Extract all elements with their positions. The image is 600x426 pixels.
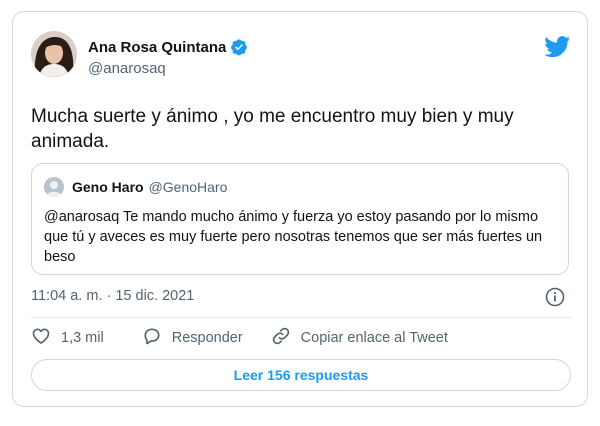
quoted-tweet[interactable]: Geno Haro @GenoHaro @anarosaq Te mando m… [31,163,569,275]
twitter-bird-icon[interactable] [544,36,571,58]
reply-label: Responder [171,330,243,346]
divider [31,317,571,318]
copy-link-label: Copiar enlace al Tweet [300,330,448,346]
action-bar: 1,3 mil Responder Copiar enlace al Tweet [31,326,448,350]
author-name-text[interactable]: Ana Rosa Quintana [88,39,226,56]
quoted-author-handle: @GenoHaro [148,179,228,195]
link-icon [271,326,291,350]
quoted-tweet-text: @anarosaq Te mando mucho ánimo y fuerza … [44,209,543,265]
reply-icon [142,326,162,350]
quoted-author-avatar [44,177,64,197]
info-icon[interactable] [545,287,565,307]
like-count: 1,3 mil [61,330,104,346]
reply-button[interactable]: Responder [142,326,243,350]
heart-icon [31,326,51,350]
tweet-text: Mucha suerte y ánimo , yo me encuentro m… [31,106,514,152]
author-handle[interactable]: @anarosaq [88,60,166,77]
quoted-author-name: Geno Haro [72,179,144,195]
tweet-timestamp[interactable]: 11:04 a. m. · 15 dic. 2021 [31,288,194,304]
tweet-card: Ana Rosa Quintana @anarosaq Mucha suerte… [12,11,588,407]
quoted-header: Geno Haro @GenoHaro [72,179,227,195]
read-replies-button[interactable]: Leer 156 respuestas [31,359,571,391]
like-button[interactable]: 1,3 mil [31,326,104,350]
copy-link-button[interactable]: Copiar enlace al Tweet [271,326,448,350]
author-avatar[interactable] [31,31,77,77]
author-name[interactable]: Ana Rosa Quintana [88,38,248,56]
verified-badge-icon [230,38,248,56]
